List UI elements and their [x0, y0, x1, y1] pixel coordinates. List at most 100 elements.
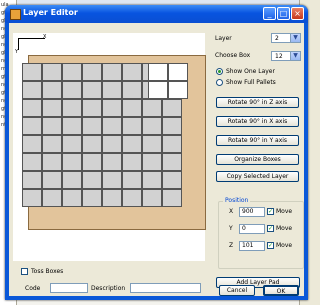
- code-label: Code: [25, 285, 41, 292]
- box-cell[interactable]: [42, 81, 62, 99]
- box-cell[interactable]: [102, 63, 122, 81]
- z-move-checkbox[interactable]: ✓: [267, 242, 274, 249]
- box-cell[interactable]: [122, 99, 142, 117]
- box-cell[interactable]: [62, 99, 82, 117]
- box-cell[interactable]: [142, 189, 162, 207]
- rotate-x-button[interactable]: Rotate 90° in X axis: [216, 116, 299, 127]
- box-cell[interactable]: [122, 81, 142, 99]
- box-cell[interactable]: [122, 189, 142, 207]
- box-cell[interactable]: [42, 63, 62, 81]
- box-cell[interactable]: [102, 81, 122, 99]
- box-cell[interactable]: [82, 171, 102, 189]
- box-cell[interactable]: [82, 81, 102, 99]
- show-one-layer-radio[interactable]: [216, 68, 223, 75]
- box-cell[interactable]: [42, 99, 62, 117]
- selected-box-cell[interactable]: [148, 81, 168, 99]
- box-cell[interactable]: [22, 81, 42, 99]
- box-cell[interactable]: [22, 99, 42, 117]
- box-cell[interactable]: [62, 63, 82, 81]
- organize-boxes-button[interactable]: Organize Boxes: [216, 154, 299, 165]
- box-cell[interactable]: [102, 171, 122, 189]
- box-cell[interactable]: [42, 117, 62, 135]
- box-cell[interactable]: [82, 153, 102, 171]
- box-cell[interactable]: [22, 153, 42, 171]
- box-cell[interactable]: [62, 135, 82, 153]
- box-cell[interactable]: [22, 117, 42, 135]
- box-cell[interactable]: [42, 171, 62, 189]
- layer-label: Layer: [215, 35, 232, 42]
- selected-box-cell[interactable]: [168, 81, 188, 99]
- choose-box-select[interactable]: 12 ▼: [271, 51, 301, 61]
- box-cell[interactable]: [82, 117, 102, 135]
- dialog-client: X Y Layer 2 ▼ Choose Box 12 ▼ Show One L…: [9, 23, 304, 296]
- box-cell[interactable]: [162, 99, 182, 117]
- box-cell[interactable]: [142, 135, 162, 153]
- box-cell[interactable]: [62, 189, 82, 207]
- box-cell[interactable]: [142, 153, 162, 171]
- box-cell[interactable]: [22, 171, 42, 189]
- box-cell[interactable]: [162, 171, 182, 189]
- toss-boxes-checkbox[interactable]: [21, 268, 28, 275]
- description-label: Description: [91, 285, 126, 292]
- box-cell[interactable]: [82, 189, 102, 207]
- show-one-layer-label[interactable]: Show One Layer: [226, 68, 275, 75]
- description-input[interactable]: [130, 283, 201, 293]
- box-cell[interactable]: [62, 117, 82, 135]
- box-cell[interactable]: [162, 189, 182, 207]
- maximize-button[interactable]: □: [277, 7, 290, 20]
- box-cell[interactable]: [162, 117, 182, 135]
- box-cell[interactable]: [162, 135, 182, 153]
- box-cell[interactable]: [142, 117, 162, 135]
- y-position-input[interactable]: 0: [239, 224, 265, 234]
- box-cell[interactable]: [22, 135, 42, 153]
- box-cell[interactable]: [122, 153, 142, 171]
- box-cell[interactable]: [62, 153, 82, 171]
- box-cell[interactable]: [22, 189, 42, 207]
- box-cell[interactable]: [42, 153, 62, 171]
- y-move-checkbox[interactable]: ✓: [267, 225, 274, 232]
- box-cell[interactable]: [142, 99, 162, 117]
- window-title: Layer Editor: [23, 8, 78, 17]
- box-cell[interactable]: [122, 117, 142, 135]
- box-cell[interactable]: [62, 81, 82, 99]
- box-cell[interactable]: [82, 135, 102, 153]
- chevron-down-icon[interactable]: ▼: [290, 52, 300, 60]
- box-cell[interactable]: [122, 63, 142, 81]
- show-full-pallets-label[interactable]: Show Full Pallets: [226, 79, 276, 86]
- title-bar[interactable]: Layer Editor _ □ ×: [5, 5, 308, 23]
- box-cell[interactable]: [42, 135, 62, 153]
- x-position-input[interactable]: 900: [239, 207, 265, 217]
- box-cell[interactable]: [162, 153, 182, 171]
- rotate-z-button[interactable]: Rotate 90° in Z axis: [216, 97, 299, 108]
- box-cell[interactable]: [102, 153, 122, 171]
- selected-box-cell[interactable]: [148, 63, 168, 81]
- box-cell[interactable]: [22, 63, 42, 81]
- layer-select[interactable]: 2 ▼: [271, 33, 301, 43]
- box-cell[interactable]: [122, 135, 142, 153]
- box-cell[interactable]: [82, 63, 102, 81]
- minimize-button[interactable]: _: [263, 7, 276, 20]
- box-cell[interactable]: [102, 99, 122, 117]
- chevron-down-icon[interactable]: ▼: [290, 34, 300, 42]
- box-cell[interactable]: [42, 189, 62, 207]
- x-move-checkbox[interactable]: ✓: [267, 208, 274, 215]
- box-cell[interactable]: [102, 117, 122, 135]
- box-cell[interactable]: [122, 171, 142, 189]
- close-button[interactable]: ×: [291, 7, 304, 20]
- box-cell[interactable]: [142, 171, 162, 189]
- cancel-button[interactable]: Cancel: [219, 285, 255, 296]
- rotate-y-button[interactable]: Rotate 90° in Y axis: [216, 135, 299, 146]
- layer-canvas[interactable]: X Y: [13, 33, 206, 261]
- box-cell[interactable]: [102, 135, 122, 153]
- copy-selected-layer-button[interactable]: Copy Selected Layer: [216, 171, 299, 182]
- ok-button[interactable]: OK: [263, 285, 299, 296]
- toss-boxes-label[interactable]: Toss Boxes: [31, 268, 63, 275]
- show-full-pallets-radio[interactable]: [216, 79, 223, 86]
- box-cell[interactable]: [62, 171, 82, 189]
- z-position-input[interactable]: 101: [239, 241, 265, 251]
- box-cell[interactable]: [82, 99, 102, 117]
- code-input[interactable]: [50, 283, 88, 293]
- box-cell[interactable]: [102, 189, 122, 207]
- selected-box-cell[interactable]: [168, 63, 188, 81]
- x-move-label: Move: [276, 208, 293, 215]
